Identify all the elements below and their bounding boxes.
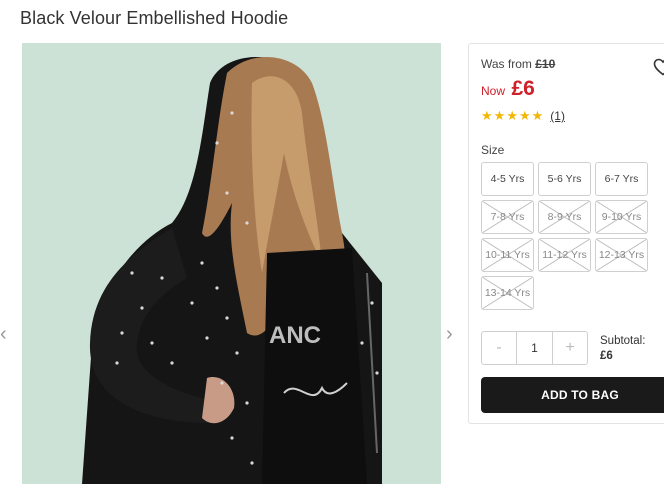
size-option-unavailable[interactable]: 12-13 Yrs bbox=[595, 238, 648, 272]
shirt-print-text: ANC bbox=[269, 322, 321, 349]
purchase-panel: Was from £10 Now £6 ★ ★ ★ ★ ★ (1) Size 4… bbox=[468, 43, 664, 424]
size-option-label: 10-11 Yrs bbox=[485, 249, 530, 261]
add-to-bag-button[interactable]: ADD TO BAG bbox=[481, 377, 664, 413]
now-price-label: Now bbox=[481, 84, 506, 98]
wishlist-button[interactable] bbox=[653, 58, 664, 76]
chevron-left-icon: ‹ bbox=[0, 323, 7, 345]
size-option-unavailable[interactable]: 9-10 Yrs bbox=[595, 200, 648, 234]
was-price: Was from £10 bbox=[481, 57, 555, 71]
product-image[interactable]: ANC bbox=[22, 43, 441, 484]
now-price: Now £6 bbox=[481, 77, 535, 101]
was-price-label: Was from bbox=[481, 57, 532, 71]
size-option[interactable]: 6-7 Yrs bbox=[595, 162, 648, 196]
size-option-label: 13-14 Yrs bbox=[484, 287, 531, 299]
size-option-label: 5-6 Yrs bbox=[547, 173, 582, 185]
star-icon: ★ bbox=[531, 108, 544, 123]
now-price-value: £6 bbox=[511, 77, 535, 100]
size-option-label: 12-13 Yrs bbox=[598, 249, 645, 261]
gallery-prev-button[interactable]: ‹ bbox=[0, 322, 12, 346]
size-option-unavailable[interactable]: 7-8 Yrs bbox=[481, 200, 534, 234]
quantity-decrease-button[interactable]: - bbox=[482, 332, 516, 364]
star-icon: ★ bbox=[481, 108, 493, 123]
subtotal-label: Subtotal: bbox=[600, 335, 646, 347]
size-option-label: 6-7 Yrs bbox=[604, 173, 639, 185]
heart-icon bbox=[653, 58, 664, 76]
size-option[interactable]: 5-6 Yrs bbox=[538, 162, 591, 196]
quantity-increase-button[interactable]: + bbox=[553, 332, 587, 364]
size-option-label: 7-8 Yrs bbox=[490, 211, 525, 223]
review-count-link[interactable]: (1) bbox=[550, 109, 565, 123]
gallery-next-button[interactable]: › bbox=[446, 322, 458, 346]
size-option-label: 9-10 Yrs bbox=[601, 211, 642, 223]
size-options: 4-5 Yrs 5-6 Yrs 6-7 Yrs 7-8 Yrs 8-9 Yrs … bbox=[481, 162, 653, 310]
product-photo-illustration: ANC bbox=[22, 43, 441, 484]
product-title: Black Velour Embellished Hoodie bbox=[20, 8, 289, 28]
size-option[interactable]: 4-5 Yrs bbox=[481, 162, 534, 196]
size-option-label: 8-9 Yrs bbox=[547, 211, 582, 223]
quantity-input[interactable]: 1 bbox=[516, 332, 553, 364]
size-option-label: 11-12 Yrs bbox=[542, 249, 587, 261]
size-label: Size bbox=[481, 143, 505, 157]
chevron-right-icon: › bbox=[446, 323, 453, 345]
star-icon: ★ bbox=[518, 108, 531, 123]
rating: ★ ★ ★ ★ ★ (1) bbox=[481, 108, 565, 124]
subtotal: Subtotal: £6 bbox=[600, 334, 645, 364]
size-option-label: 4-5 Yrs bbox=[490, 173, 525, 185]
star-icon: ★ bbox=[506, 108, 518, 123]
size-option-unavailable[interactable]: 10-11 Yrs bbox=[481, 238, 534, 272]
size-option-unavailable[interactable]: 13-14 Yrs bbox=[481, 276, 534, 310]
was-price-value: £10 bbox=[535, 57, 556, 71]
size-option-unavailable[interactable]: 11-12 Yrs bbox=[538, 238, 591, 272]
subtotal-value: £6 bbox=[600, 350, 613, 362]
quantity-stepper: - 1 + bbox=[481, 331, 588, 365]
star-icon: ★ bbox=[493, 108, 506, 123]
size-option-unavailable[interactable]: 8-9 Yrs bbox=[538, 200, 591, 234]
